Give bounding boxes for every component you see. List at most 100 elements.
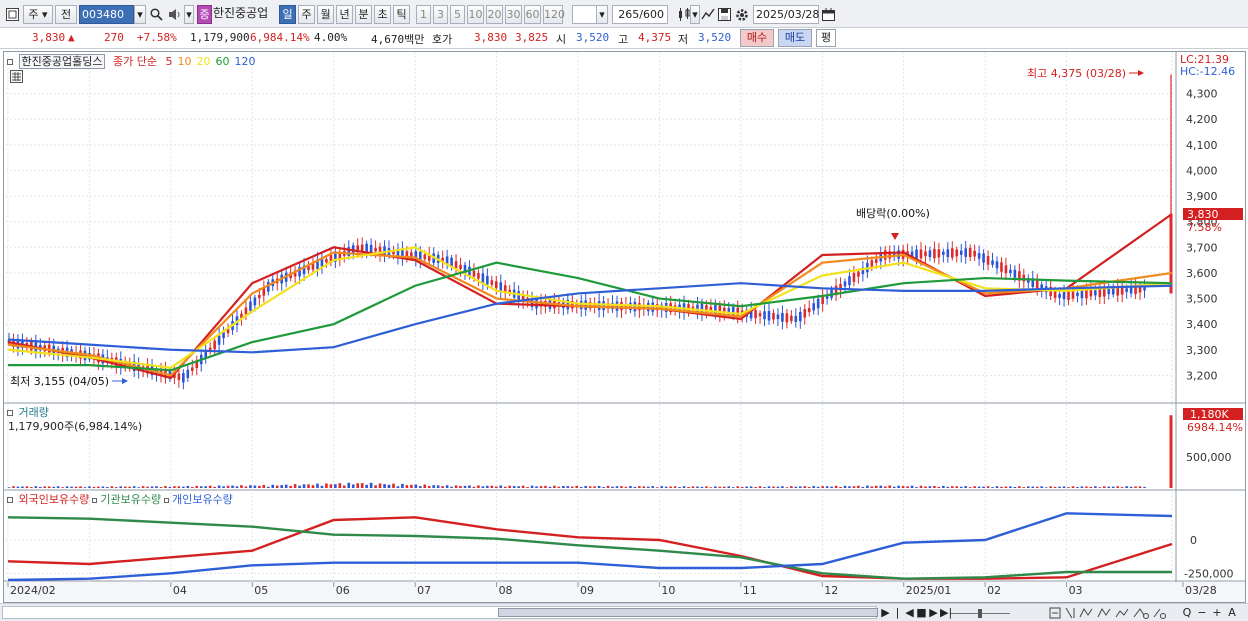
period-tab[interactable]: 년 bbox=[336, 5, 353, 24]
holding-legend-item[interactable]: 기관보유수량 bbox=[100, 493, 161, 506]
ma-legend-item[interactable]: 5 bbox=[165, 55, 172, 68]
holding-legend-item[interactable]: 개인보유수량 bbox=[172, 493, 233, 506]
nav-button[interactable]: |◀ bbox=[892, 605, 903, 620]
candle-body bbox=[1111, 288, 1115, 295]
draw-tools-icon[interactable] bbox=[1048, 605, 1178, 621]
volume-bar bbox=[499, 485, 503, 488]
period-tab[interactable]: 월 bbox=[317, 5, 334, 24]
interval-tab[interactable]: 120 bbox=[543, 5, 565, 24]
code-dropdown-icon[interactable]: ▾ bbox=[134, 5, 146, 24]
date-input[interactable]: 2025/03/28 bbox=[753, 5, 819, 24]
window-menu-icon[interactable] bbox=[3, 5, 21, 24]
range-select[interactable]: 전 bbox=[55, 5, 77, 24]
volume-bar bbox=[25, 486, 29, 488]
volume-bar bbox=[298, 485, 301, 488]
stock-code-input[interactable]: 003480 bbox=[79, 5, 134, 24]
volume-bar bbox=[937, 486, 941, 488]
speaker-dropdown-icon[interactable]: ▾ bbox=[184, 5, 194, 24]
ma-legend-item[interactable]: 20 bbox=[196, 55, 210, 68]
nav-button[interactable]: ▶ bbox=[928, 605, 939, 620]
candle-body bbox=[959, 250, 963, 255]
period-tab[interactable]: 초 bbox=[374, 5, 391, 24]
candle-body bbox=[946, 249, 950, 257]
interval-tab[interactable]: 30 bbox=[505, 5, 522, 24]
volume-bar bbox=[521, 485, 525, 488]
interval-dropdown-icon[interactable]: ▾ bbox=[596, 5, 608, 24]
candle-body bbox=[973, 250, 976, 257]
period-tab[interactable]: 일 bbox=[279, 5, 296, 24]
ma-legend-item[interactable]: 10 bbox=[177, 55, 191, 68]
zoom-slider[interactable] bbox=[950, 608, 1010, 618]
save-icon[interactable] bbox=[715, 5, 733, 24]
holding-legend-item[interactable]: 외국인보유수량 bbox=[19, 493, 90, 506]
volume-bar bbox=[709, 487, 713, 488]
buy-button[interactable]: 매수 bbox=[740, 29, 774, 47]
volume-bar bbox=[517, 486, 520, 488]
candle-body bbox=[803, 309, 807, 318]
interval-tab[interactable]: 5 bbox=[450, 5, 465, 24]
candle-body bbox=[454, 261, 458, 269]
volume-bar bbox=[47, 486, 51, 488]
volume-bar bbox=[1040, 486, 1044, 488]
average-button[interactable]: 평 bbox=[816, 29, 836, 47]
interval-tab[interactable]: 1 bbox=[416, 5, 431, 24]
data-count-field[interactable]: 265/600 bbox=[612, 5, 668, 24]
zoom-tool[interactable]: A bbox=[1225, 605, 1239, 620]
price-axis-tick: 3,400 bbox=[1186, 318, 1218, 331]
chart-canvas[interactable]: 3,2003,3003,4003,5003,6003,7003,8003,900… bbox=[4, 52, 1245, 602]
candle-body bbox=[633, 301, 637, 312]
volume-bar bbox=[892, 486, 896, 488]
table-toggle-icon[interactable] bbox=[10, 70, 23, 83]
panel-handle-icon[interactable] bbox=[7, 497, 13, 503]
zoom-tool[interactable]: − bbox=[1195, 605, 1209, 620]
volume-bar bbox=[897, 485, 900, 488]
volume-bar bbox=[798, 486, 802, 488]
ma-label[interactable]: 종가 단순 bbox=[113, 55, 157, 68]
low-price: 3,520 bbox=[698, 31, 732, 44]
nav-button[interactable]: ▶ bbox=[880, 605, 891, 620]
interval-tab[interactable]: 20 bbox=[486, 5, 503, 24]
scroll-track[interactable] bbox=[2, 606, 878, 619]
period-tab[interactable]: 주 bbox=[298, 5, 315, 24]
calendar-icon[interactable] bbox=[819, 5, 837, 24]
candle-body bbox=[794, 315, 798, 322]
market-select[interactable]: 주 ▾ bbox=[23, 5, 53, 24]
scroll-thumb[interactable] bbox=[498, 608, 878, 617]
price-axis-tick: 3,600 bbox=[1186, 267, 1218, 280]
period-tab[interactable]: 틱 bbox=[393, 5, 410, 24]
volume-bar bbox=[620, 486, 623, 488]
zoom-tool[interactable]: + bbox=[1210, 605, 1224, 620]
interval-tab[interactable]: 3 bbox=[433, 5, 448, 24]
period-tab[interactable]: 분 bbox=[355, 5, 372, 24]
volume-bar bbox=[316, 483, 319, 488]
stock-tag[interactable]: 한진중공업홀딩스 bbox=[18, 54, 106, 69]
volume-bar bbox=[106, 486, 109, 488]
volume-bar bbox=[883, 486, 887, 488]
volume-bar bbox=[597, 485, 601, 488]
volume-bar bbox=[56, 486, 60, 488]
nav-button[interactable]: ■ bbox=[916, 605, 927, 620]
volume-bar bbox=[1098, 487, 1102, 488]
sell-button[interactable]: 매도 bbox=[778, 29, 812, 47]
volume-bar bbox=[727, 486, 731, 488]
volume-bar bbox=[401, 483, 404, 488]
speaker-icon[interactable] bbox=[166, 5, 184, 24]
ma-legend-item[interactable]: 60 bbox=[215, 55, 229, 68]
nav-button[interactable]: ▶| bbox=[940, 605, 952, 620]
zoom-tool[interactable]: Q bbox=[1180, 605, 1194, 620]
search-icon[interactable] bbox=[147, 5, 165, 24]
ma-legend-item[interactable]: 120 bbox=[234, 55, 255, 68]
candle-body bbox=[1067, 290, 1070, 300]
holding-line bbox=[7, 516, 1172, 580]
interval-tab[interactable]: 10 bbox=[467, 5, 484, 24]
candle-body bbox=[776, 314, 780, 320]
candle-body bbox=[1089, 290, 1093, 297]
interval-tab[interactable]: 60 bbox=[524, 5, 541, 24]
volume-bar bbox=[441, 486, 444, 488]
panel-handle-icon[interactable] bbox=[7, 59, 13, 65]
x-axis-label: 08 bbox=[499, 584, 513, 597]
gear-icon[interactable] bbox=[733, 5, 751, 24]
price-change-pct: +7.58% bbox=[137, 31, 177, 44]
panel-handle-icon[interactable] bbox=[7, 410, 13, 416]
nav-button[interactable]: ◀ bbox=[904, 605, 915, 620]
